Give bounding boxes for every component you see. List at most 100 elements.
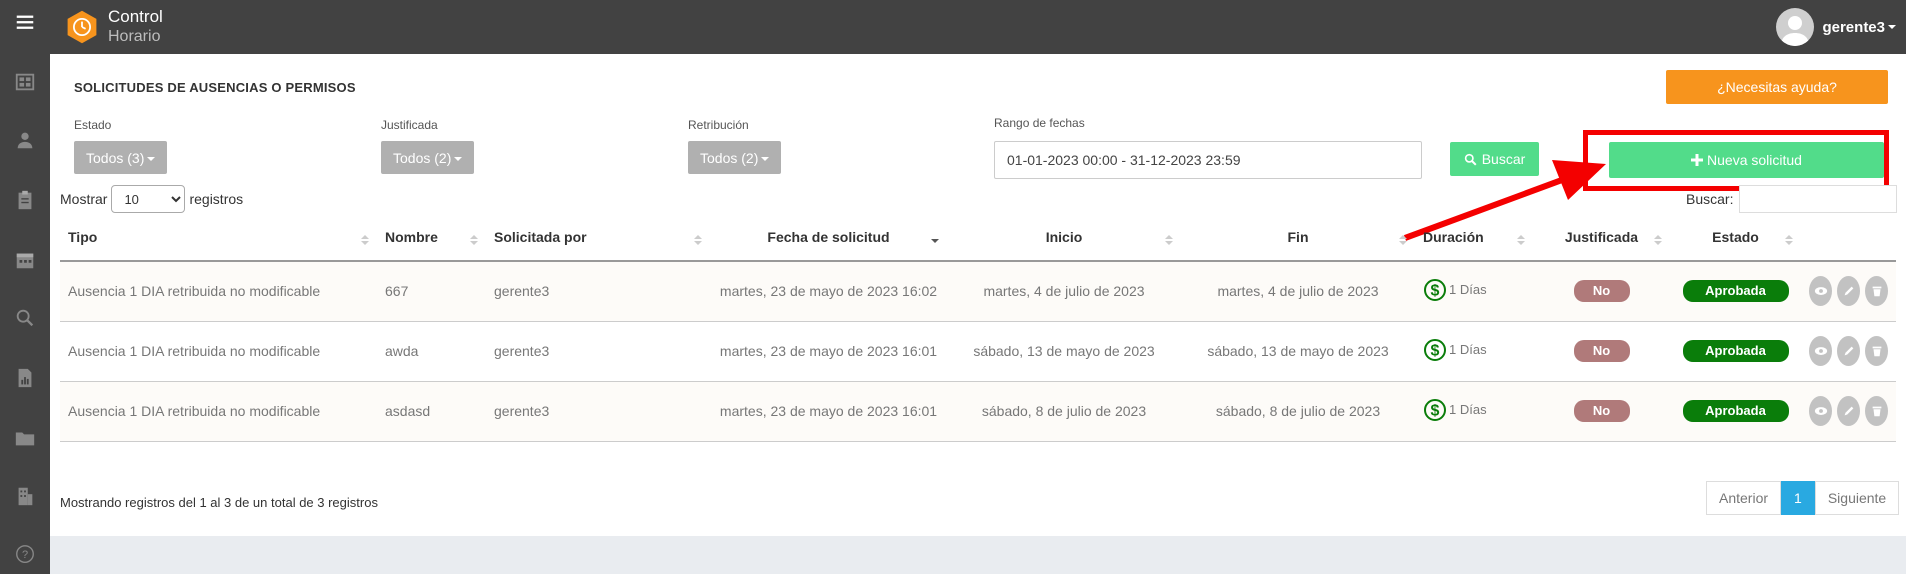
dashboard-icon[interactable] [0, 62, 50, 102]
next-page-button[interactable]: Siguiente [1814, 481, 1900, 515]
col-header-actions [1801, 213, 1896, 262]
prev-page-button[interactable]: Anterior [1706, 481, 1782, 515]
cell-nombre: 667 [377, 261, 486, 322]
sort-icon [1517, 235, 1525, 249]
menu-icon[interactable] [0, 2, 50, 42]
calendar-icon[interactable] [0, 240, 50, 280]
dollar-circle-icon: $ [1424, 278, 1446, 301]
date-range-input[interactable] [994, 141, 1422, 179]
col-header-tipo[interactable]: Tipo [60, 213, 377, 262]
filter-retribucion-dropdown[interactable]: Todos (2) [688, 141, 782, 174]
page-1-button[interactable]: 1 [1781, 481, 1815, 515]
svg-text:$: $ [1431, 402, 1440, 419]
col-header-fecha[interactable]: Fecha de solicitud [710, 213, 947, 262]
avatar [1776, 8, 1815, 46]
col-header-estado[interactable]: Estado [1670, 213, 1801, 262]
cell-justificada: No [1533, 321, 1670, 382]
edit-button[interactable] [1837, 396, 1860, 426]
sort-icon [470, 235, 478, 249]
main-panel: SOLICITUDES DE AUSENCIAS O PERMISOS ¿Nec… [50, 54, 1906, 536]
status-badge: Aprobada [1682, 400, 1789, 422]
sidebar: ? [0, 0, 50, 574]
col-header-label: Estado [1712, 228, 1759, 245]
col-header-solicitada-por[interactable]: Solicitada por [486, 213, 710, 262]
pencil-icon [1844, 346, 1853, 356]
pagination: Anterior 1 Siguiente [1706, 481, 1900, 515]
col-header-label: Nombre [385, 228, 438, 245]
delete-button[interactable] [1865, 276, 1888, 307]
cell-justificada: No [1533, 261, 1670, 322]
delete-button[interactable] [1865, 396, 1888, 426]
col-header-nombre[interactable]: Nombre [377, 213, 486, 262]
clock-logo-icon [67, 10, 97, 44]
building-icon[interactable] [0, 476, 50, 516]
report-icon[interactable] [0, 358, 50, 398]
view-button[interactable] [1809, 336, 1832, 366]
records-label: registros [189, 191, 244, 207]
search-button[interactable]: Buscar [1450, 142, 1539, 176]
filter-justificada-dropdown[interactable]: Todos (2) [381, 141, 475, 174]
cell-nombre: asdasd [377, 381, 486, 442]
view-button[interactable] [1809, 396, 1832, 426]
delete-button[interactable] [1865, 336, 1888, 366]
highlight-box [1583, 130, 1889, 191]
filter-retribucion-label: Retribución [688, 118, 749, 132]
cell-estado: Aprobada [1670, 381, 1801, 442]
edit-button[interactable] [1837, 276, 1860, 307]
pencil-icon [1844, 406, 1853, 416]
search-icon[interactable] [0, 298, 50, 338]
clipboard-icon[interactable] [0, 180, 50, 220]
table-header-row: Tipo Nombre Solicitada por Fecha de soli… [60, 213, 1896, 262]
sort-icon [1399, 235, 1407, 249]
cell-actions [1801, 321, 1896, 382]
view-button[interactable] [1809, 276, 1832, 307]
col-header-label: Justificada [1564, 228, 1639, 245]
app-logo[interactable]: Control Horario [64, 7, 163, 47]
user-menu[interactable]: gerente3 [1776, 8, 1896, 46]
filter-estado-dropdown[interactable]: Todos (3) [74, 141, 168, 174]
cell-fecha: martes, 23 de mayo de 2023 16:01 [710, 381, 947, 442]
trash-icon [1872, 286, 1881, 297]
cell-fin: martes, 4 de julio de 2023 [1181, 261, 1415, 322]
status-badge: No [1573, 400, 1630, 422]
show-label: Mostrar [60, 191, 108, 207]
col-header-justificada[interactable]: Justificada [1533, 213, 1670, 262]
cell-inicio: martes, 4 de julio de 2023 [947, 261, 1181, 322]
page-size-control: Mostrar 10 25 50 100 registros [60, 185, 243, 213]
user-icon[interactable] [0, 120, 50, 160]
page-size-select[interactable]: 10 25 50 100 [111, 185, 186, 213]
dollar-circle-icon: $ [1424, 398, 1446, 421]
table-row[interactable]: Ausencia 1 DIA retribuida no modificable… [60, 321, 1896, 382]
cell-fin: sábado, 8 de julio de 2023 [1181, 381, 1415, 442]
col-header-fin[interactable]: Fin [1181, 213, 1415, 262]
col-header-duracion[interactable]: Duración [1415, 213, 1533, 262]
pencil-icon [1844, 286, 1853, 296]
table-row[interactable]: Ausencia 1 DIA retribuida no modificable… [60, 381, 1896, 442]
edit-button[interactable] [1837, 336, 1860, 366]
filter-date-range-label: Rango de fechas [994, 116, 1085, 130]
trash-icon [1872, 346, 1881, 357]
eye-icon [1814, 407, 1827, 415]
page-title: SOLICITUDES DE AUSENCIAS O PERMISOS [74, 80, 356, 95]
cell-tipo: Ausencia 1 DIA retribuida no modificable [60, 381, 377, 442]
table-search: Buscar: [1686, 185, 1898, 213]
user-name: gerente3 [1822, 18, 1885, 36]
sort-desc-icon [931, 233, 939, 247]
cell-estado: Aprobada [1670, 321, 1801, 382]
status-badge: Aprobada [1682, 280, 1789, 303]
table-info: Mostrando registros del 1 al 3 de un tot… [60, 495, 378, 510]
requests-table: Tipo Nombre Solicitada por Fecha de soli… [60, 213, 1896, 442]
col-header-inicio[interactable]: Inicio [947, 213, 1181, 262]
cell-duracion: $1 Días [1415, 381, 1533, 442]
cell-actions [1801, 381, 1896, 442]
chevron-down-icon [454, 156, 463, 161]
chevron-down-icon [147, 156, 156, 161]
table-row[interactable]: Ausencia 1 DIA retribuida no modificable… [60, 261, 1896, 322]
cell-actions [1801, 261, 1896, 322]
folder-icon[interactable] [0, 418, 50, 458]
duration-value: 1 Días [1449, 342, 1487, 357]
help-icon[interactable]: ? [0, 534, 50, 574]
help-button[interactable]: ¿Necesitas ayuda? [1666, 70, 1888, 104]
table-search-input[interactable] [1739, 185, 1898, 213]
eye-icon [1814, 347, 1827, 355]
